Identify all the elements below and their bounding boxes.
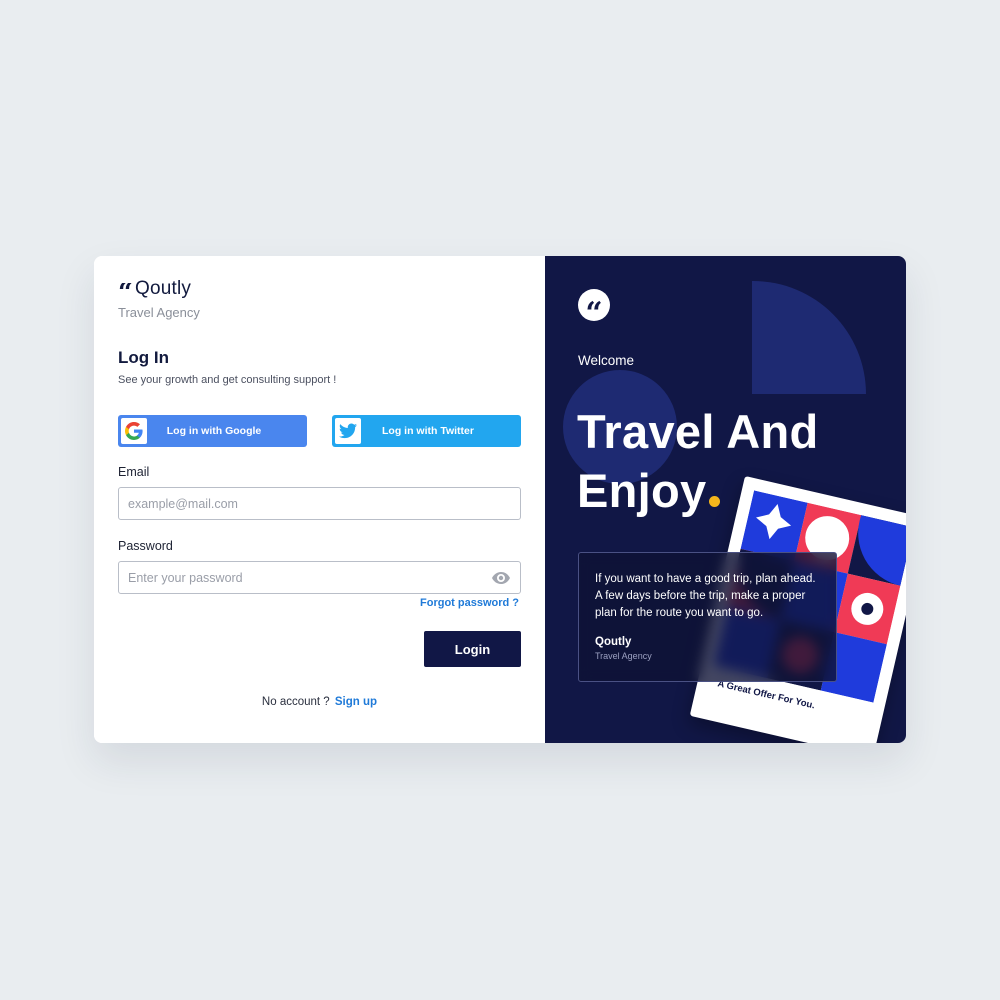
- testimonial-role: Travel Agency: [595, 651, 652, 661]
- quarter-circle-decoration: [752, 281, 866, 394]
- testimonial-author: Qoutly: [595, 636, 632, 648]
- brand-logo: “ Qoutly: [118, 278, 191, 300]
- signup-link[interactable]: Sign up: [335, 696, 377, 708]
- no-account-text: No account ?: [261, 696, 330, 708]
- eye-icon[interactable]: [492, 571, 510, 584]
- email-field[interactable]: [118, 487, 521, 520]
- login-card: “ Qoutly Travel Agency Log In See your g…: [94, 256, 906, 743]
- testimonial-text: If you want to have a good trip, plan ah…: [595, 573, 816, 619]
- google-login-label: Log in with Google: [166, 425, 262, 437]
- google-icon: [121, 418, 147, 444]
- quote-icon: “: [578, 289, 610, 321]
- twitter-icon: [335, 418, 361, 444]
- login-button[interactable]: Login: [424, 631, 521, 667]
- accent-dot: [709, 496, 721, 507]
- testimonial-card: If you want to have a good trip, plan ah…: [578, 552, 837, 682]
- login-panel: “ Qoutly Travel Agency Log In See your g…: [94, 256, 545, 743]
- page-title: Log In: [118, 348, 169, 367]
- hero-panel: “ Welcome Travel And Enjoy: [545, 256, 906, 743]
- brand-name: Qoutly: [134, 278, 192, 299]
- welcome-text: Welcome: [578, 353, 635, 368]
- twitter-login-label: Log in with Twitter: [382, 425, 474, 437]
- brand-subtitle: Travel Agency: [118, 305, 200, 320]
- signup-prompt: No account ? Sign up: [94, 696, 545, 708]
- password-field[interactable]: [118, 561, 521, 594]
- quote-logo-icon: “: [118, 283, 133, 299]
- email-label: Email: [118, 465, 150, 479]
- password-label: Password: [118, 539, 173, 553]
- twitter-login-button[interactable]: Log in with Twitter: [332, 415, 521, 447]
- headline-line-1: Travel And: [577, 405, 819, 458]
- page-subtitle: See your growth and get consulting suppo…: [118, 374, 337, 386]
- google-login-button[interactable]: Log in with Google: [118, 415, 307, 447]
- forgot-password-link[interactable]: Forgot password ?: [420, 597, 519, 609]
